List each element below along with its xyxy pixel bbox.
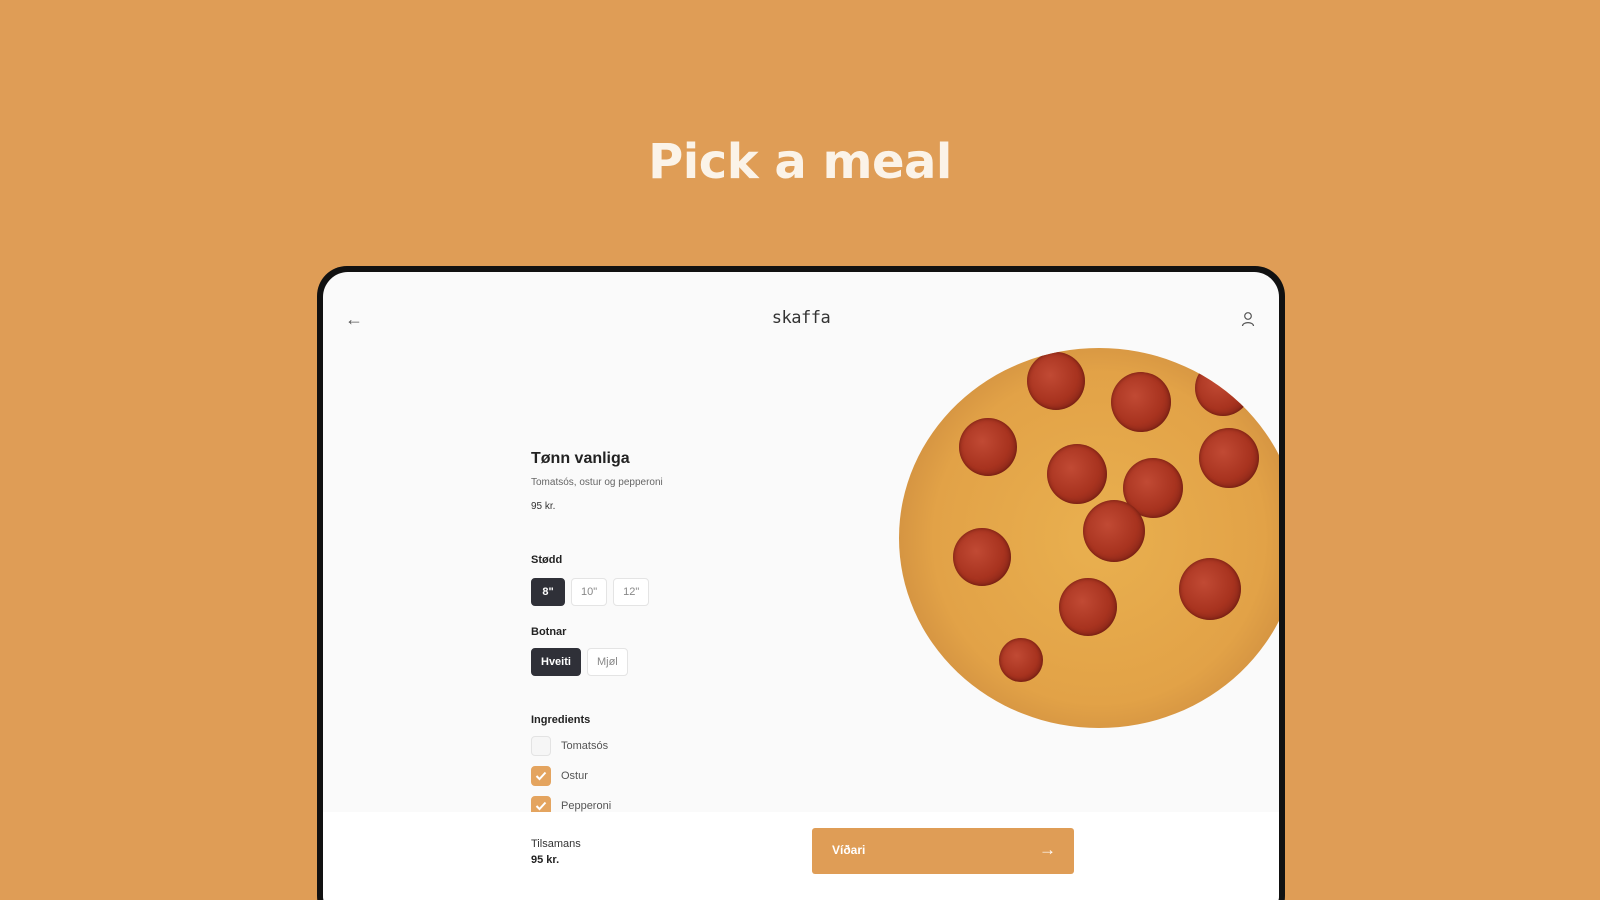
total-value: 95 kr.: [531, 854, 560, 866]
size-option-12[interactable]: 12": [613, 578, 650, 606]
order-footer: Tilsamans 95 kr. Víðari →: [323, 812, 1279, 900]
base-option-mjol[interactable]: Mjøl: [586, 648, 628, 676]
arrow-right-icon: →: [1039, 840, 1056, 859]
product-info: Tønn vanliga Tomatsós, ostur og pepperon…: [531, 450, 851, 512]
size-option-8[interactable]: 8": [531, 578, 565, 606]
total-label: Tilsamans: [531, 838, 581, 850]
checkmark-icon: [535, 771, 547, 781]
app-screen: ← skaffa Tønn vanliga Tomatsós, ostur og…: [323, 272, 1279, 900]
ingredient-label: Pepperoni: [561, 800, 612, 812]
base-options: Hveiti Mjøl: [531, 648, 628, 676]
product-description: Tomatsós, ostur og pepperoni: [531, 477, 663, 488]
next-button[interactable]: Víðari →: [812, 828, 1074, 874]
product-price: 95 kr.: [531, 501, 556, 512]
ingredient-label: Tomatsós: [561, 740, 609, 752]
product-name: Tønn vanliga: [531, 450, 630, 467]
user-icon[interactable]: [1241, 311, 1255, 332]
top-bar: ← skaffa: [323, 272, 1279, 352]
size-label: Stødd: [531, 554, 563, 566]
pizza-image: [899, 348, 1279, 728]
size-option-10[interactable]: 10": [571, 578, 608, 606]
ingredient-label: Ostur: [561, 770, 588, 782]
base-option-hveiti[interactable]: Hveiti: [531, 648, 581, 676]
ingredient-checkbox-ostur[interactable]: [531, 766, 551, 786]
ingredients-label: Ingredients: [531, 714, 591, 726]
base-label: Botnar: [531, 626, 567, 638]
page-headline: Pick a meal: [648, 134, 952, 190]
ingredient-row: Ostur: [531, 766, 588, 786]
ingredient-checkbox-tomatsos[interactable]: [531, 736, 551, 756]
size-options: 8" 10" 12": [531, 578, 650, 606]
checkmark-icon: [535, 801, 547, 811]
brand-logo: skaffa: [771, 308, 831, 328]
tablet-frame: ← skaffa Tønn vanliga Tomatsós, ostur og…: [317, 266, 1285, 900]
next-button-label: Víðari: [832, 843, 866, 857]
ingredient-row: Tomatsós: [531, 736, 608, 756]
